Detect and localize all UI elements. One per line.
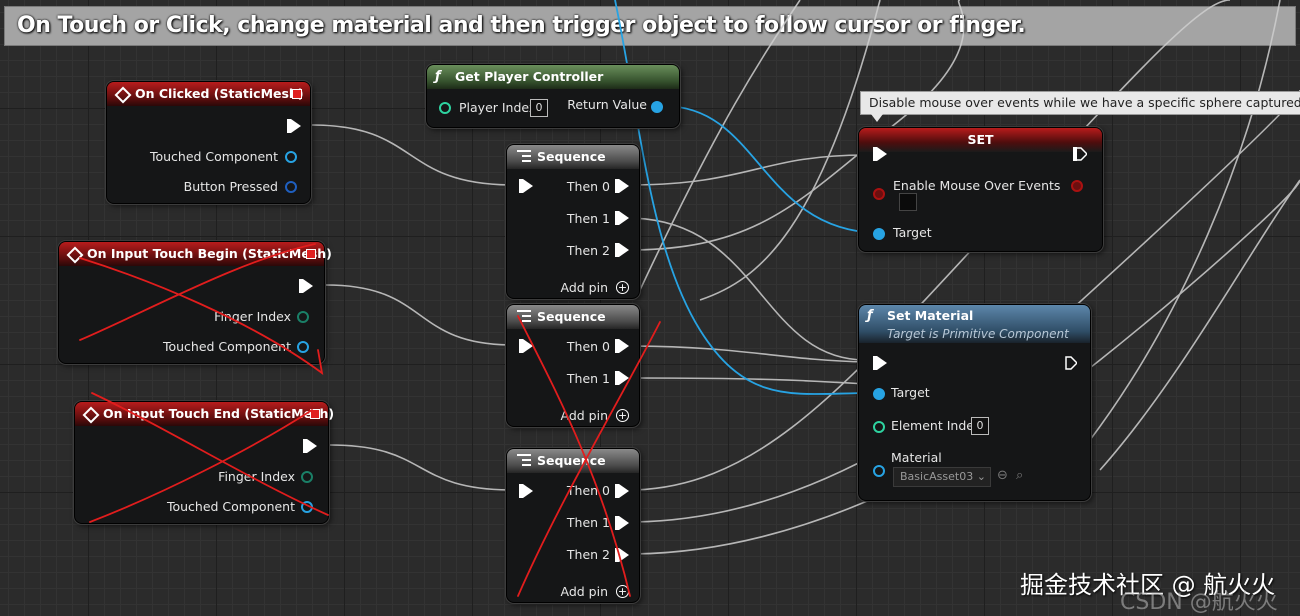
strike-touch-end-b xyxy=(91,392,329,516)
strike-touch-begin-a xyxy=(79,243,316,341)
strike-seq2-a xyxy=(517,315,631,597)
strike-touch-begin-b xyxy=(79,257,324,376)
red-strike-annotations xyxy=(79,243,661,597)
watermark-csdn: CSDN @航火火 xyxy=(1120,590,1278,615)
strike-seq2-b xyxy=(517,321,661,597)
strike-touch-end-a xyxy=(89,409,313,523)
